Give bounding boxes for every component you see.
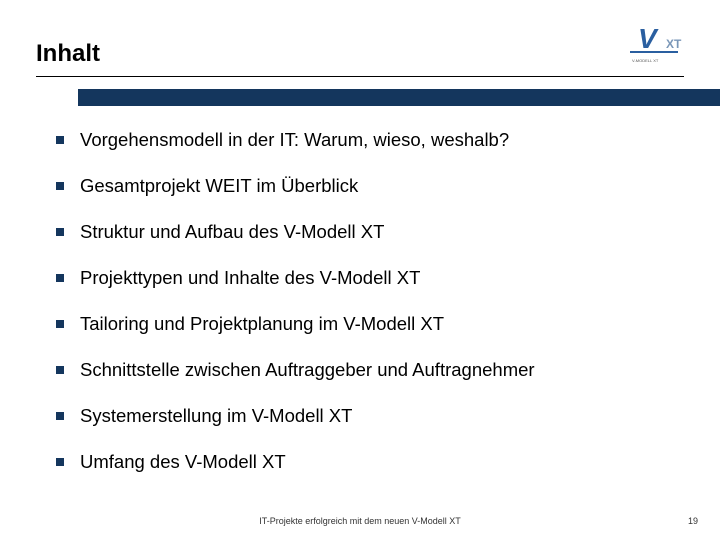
list-item-text: Umfang des V-Modell XT bbox=[80, 450, 286, 474]
list-item-text: Gesamtprojekt WEIT im Überblick bbox=[80, 174, 358, 198]
footer-text: IT-Projekte erfolgreich mit dem neuen V-… bbox=[0, 516, 720, 526]
list-item: Vorgehensmodell in der IT: Warum, wieso,… bbox=[56, 128, 690, 152]
square-bullet-icon bbox=[56, 136, 64, 144]
list-item: Projekttypen und Inhalte des V-Modell XT bbox=[56, 266, 690, 290]
slide-title: Inhalt bbox=[36, 40, 100, 68]
logo-caption: V-MODELL XT bbox=[632, 58, 659, 63]
vmodell-logo: V XT V-MODELL XT bbox=[628, 22, 698, 68]
list-item: Tailoring und Projektplanung im V-Modell… bbox=[56, 312, 690, 336]
square-bullet-icon bbox=[56, 412, 64, 420]
title-underline bbox=[36, 76, 684, 77]
accent-bar bbox=[78, 89, 720, 106]
square-bullet-icon bbox=[56, 182, 64, 190]
square-bullet-icon bbox=[56, 274, 64, 282]
list-item-text: Vorgehensmodell in der IT: Warum, wieso,… bbox=[80, 128, 509, 152]
list-item-text: Schnittstelle zwischen Auftraggeber und … bbox=[80, 358, 535, 382]
square-bullet-icon bbox=[56, 458, 64, 466]
list-item: Systemerstellung im V-Modell XT bbox=[56, 404, 690, 428]
square-bullet-icon bbox=[56, 366, 64, 374]
list-item-text: Struktur und Aufbau des V-Modell XT bbox=[80, 220, 384, 244]
list-item: Struktur und Aufbau des V-Modell XT bbox=[56, 220, 690, 244]
logo-v-letter: V bbox=[638, 23, 659, 54]
square-bullet-icon bbox=[56, 228, 64, 236]
bullet-list: Vorgehensmodell in der IT: Warum, wieso,… bbox=[56, 128, 690, 496]
page-number: 19 bbox=[688, 516, 698, 526]
slide: Inhalt V XT V-MODELL XT Vorgehensmodell … bbox=[0, 0, 720, 540]
list-item: Gesamtprojekt WEIT im Überblick bbox=[56, 174, 690, 198]
list-item-text: Systemerstellung im V-Modell XT bbox=[80, 404, 352, 428]
logo-xt: XT bbox=[666, 37, 682, 51]
list-item-text: Projekttypen und Inhalte des V-Modell XT bbox=[80, 266, 420, 290]
list-item: Umfang des V-Modell XT bbox=[56, 450, 690, 474]
list-item: Schnittstelle zwischen Auftraggeber und … bbox=[56, 358, 690, 382]
list-item-text: Tailoring und Projektplanung im V-Modell… bbox=[80, 312, 444, 336]
square-bullet-icon bbox=[56, 320, 64, 328]
